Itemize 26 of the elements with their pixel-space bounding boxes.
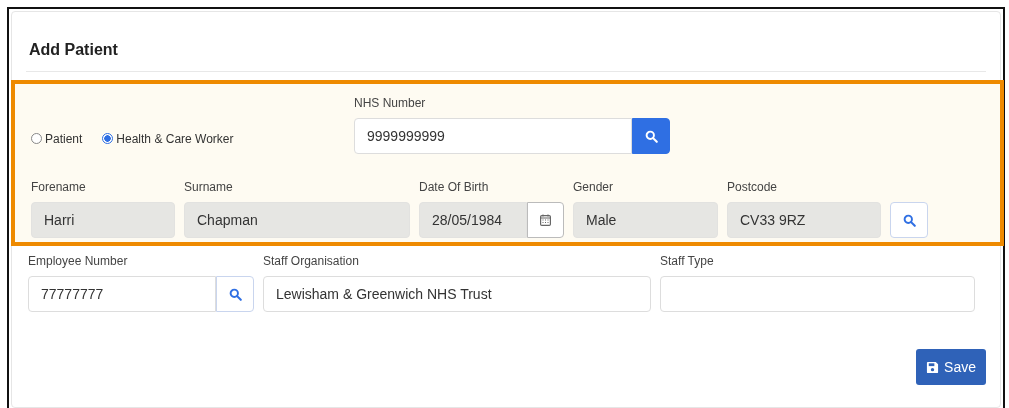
radio-option[interactable]: Patient — [31, 129, 83, 148]
field-label: Surname — [184, 180, 234, 194]
field-label: Forename — [31, 180, 87, 194]
input-field[interactable] — [660, 276, 975, 312]
search-icon — [902, 213, 916, 227]
search-button[interactable] — [632, 118, 670, 154]
nhs-number-field[interactable]: 9999999999 — [354, 118, 632, 154]
field-label: NHS Number — [354, 96, 427, 110]
search-icon — [644, 129, 658, 143]
calendar-icon — [540, 214, 551, 226]
field-label: Gender — [573, 180, 615, 194]
search-icon — [228, 287, 242, 301]
save-button[interactable]: Save — [916, 349, 986, 385]
radio-option[interactable]: Health & Care Worker — [102, 129, 234, 148]
field-label: Postcode — [727, 180, 779, 194]
field-label: Date Of Birth — [419, 180, 490, 194]
field-label: Employee Number — [28, 254, 129, 268]
radio-dot[interactable] — [102, 132, 114, 144]
radio-dot[interactable] — [31, 132, 42, 144]
input-field[interactable]: Lewisham & Greenwich NHS Trust — [263, 276, 651, 312]
card-title: Add Patient — [26, 12, 986, 72]
calendar-button[interactable] — [527, 202, 564, 238]
field-label: Staff Type — [660, 254, 715, 268]
save-icon — [926, 360, 940, 374]
input-field[interactable]: 77777777 — [28, 276, 216, 312]
field-label: Staff Organisation — [263, 254, 360, 268]
